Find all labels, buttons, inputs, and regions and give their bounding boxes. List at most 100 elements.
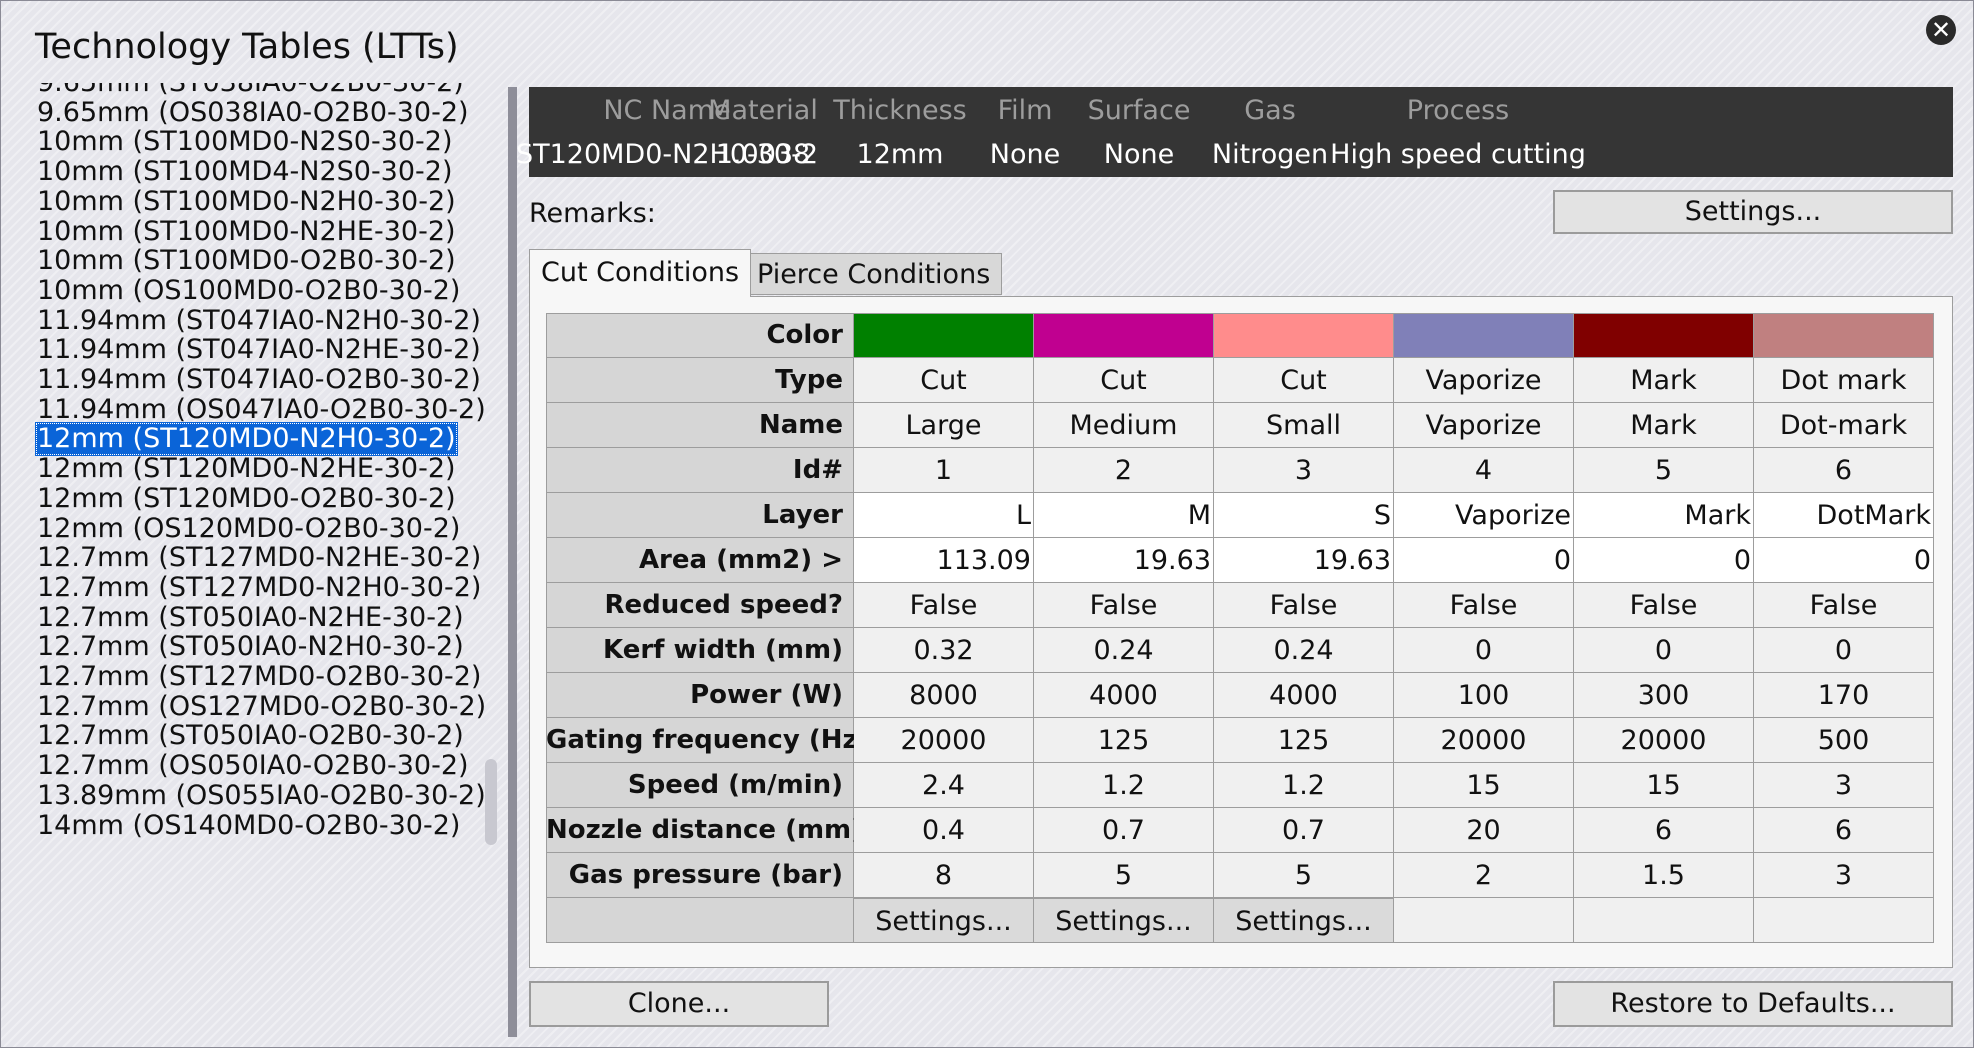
close-icon[interactable]: ✕ <box>1926 15 1956 45</box>
condition-settings-button[interactable]: Settings... <box>1034 898 1214 943</box>
condition-cell[interactable]: 5 <box>1214 853 1394 898</box>
color-swatch[interactable] <box>1214 313 1394 358</box>
color-swatch[interactable] <box>1754 313 1934 358</box>
condition-cell[interactable]: M <box>1034 493 1214 538</box>
condition-cell[interactable]: 0 <box>1394 538 1574 583</box>
color-swatch[interactable] <box>1394 313 1574 358</box>
condition-cell[interactable]: Cut <box>1034 358 1214 403</box>
condition-cell[interactable]: 170 <box>1754 673 1934 718</box>
condition-cell[interactable]: Medium <box>1034 403 1214 448</box>
condition-cell[interactable]: False <box>1754 583 1934 628</box>
condition-cell[interactable]: 20 <box>1394 808 1574 853</box>
tab-cut-conditions[interactable]: Cut Conditions <box>529 249 752 297</box>
condition-settings-button[interactable]: Settings... <box>1214 898 1394 943</box>
condition-cell[interactable]: 5 <box>1574 448 1754 493</box>
condition-cell[interactable]: 1.2 <box>1214 763 1394 808</box>
condition-cell[interactable]: Vaporize <box>1394 358 1574 403</box>
row-label: Gas pressure (bar) <box>546 853 854 898</box>
color-swatch[interactable] <box>854 313 1034 358</box>
condition-cell[interactable]: Mark <box>1574 358 1754 403</box>
condition-cell[interactable]: 2 <box>1394 853 1574 898</box>
condition-cell[interactable]: 4000 <box>1034 673 1214 718</box>
condition-cell[interactable]: 3 <box>1214 448 1394 493</box>
condition-cell[interactable]: 113.09 <box>854 538 1034 583</box>
condition-cell[interactable]: 125 <box>1034 718 1214 763</box>
condition-cell[interactable]: Large <box>854 403 1034 448</box>
row-label <box>546 898 854 943</box>
color-swatch[interactable] <box>1574 313 1754 358</box>
condition-cell[interactable]: 0.4 <box>854 808 1034 853</box>
condition-cell[interactable]: 0 <box>1754 628 1934 673</box>
condition-cell[interactable]: 20000 <box>1574 718 1754 763</box>
condition-cell[interactable]: 15 <box>1574 763 1754 808</box>
condition-cell[interactable]: 2.4 <box>854 763 1034 808</box>
condition-cell[interactable]: 1 <box>854 448 1034 493</box>
restore-defaults-button[interactable]: Restore to Defaults... <box>1553 981 1953 1027</box>
condition-cell[interactable]: 500 <box>1754 718 1934 763</box>
condition-cell[interactable]: 0.24 <box>1034 628 1214 673</box>
condition-cell[interactable]: 1.5 <box>1574 853 1754 898</box>
condition-cell[interactable]: 100 <box>1394 673 1574 718</box>
condition-cell[interactable]: Cut <box>854 358 1034 403</box>
technology-tables-window: Technology Tables (LTTs) ✕ 9.65mm (ST038… <box>0 0 1974 1048</box>
condition-cell[interactable]: 5 <box>1034 853 1214 898</box>
condition-cell[interactable]: 3 <box>1754 853 1934 898</box>
list-scrollbar-thumb[interactable] <box>485 759 497 845</box>
row-label: Color <box>546 313 854 358</box>
condition-cell[interactable]: 1.2 <box>1034 763 1214 808</box>
info-column-header: Thickness <box>833 95 967 126</box>
condition-cell[interactable]: 20000 <box>854 718 1034 763</box>
condition-cell[interactable]: 2 <box>1034 448 1214 493</box>
condition-cell[interactable]: 8000 <box>854 673 1034 718</box>
condition-cell[interactable]: 300 <box>1574 673 1754 718</box>
condition-cell[interactable]: 19.63 <box>1214 538 1394 583</box>
condition-cell[interactable]: L <box>854 493 1034 538</box>
condition-cell[interactable]: Vaporize <box>1394 403 1574 448</box>
color-swatch[interactable] <box>1034 313 1214 358</box>
condition-cell[interactable]: Dot mark <box>1754 358 1934 403</box>
condition-cell[interactable]: 125 <box>1214 718 1394 763</box>
condition-cell[interactable]: 0 <box>1754 538 1934 583</box>
info-column-header: Surface <box>1087 95 1191 126</box>
condition-cell[interactable]: False <box>1394 583 1574 628</box>
condition-cell[interactable]: 0.7 <box>1214 808 1394 853</box>
condition-cell[interactable]: 20000 <box>1394 718 1574 763</box>
condition-cell[interactable]: Mark <box>1574 493 1754 538</box>
condition-cell[interactable]: 4 <box>1394 448 1574 493</box>
condition-cell[interactable]: 0 <box>1394 628 1574 673</box>
ltt-list-item[interactable]: 14mm (OS140MD0-O2B0-30-2) <box>35 809 462 843</box>
condition-cell[interactable]: 0.32 <box>854 628 1034 673</box>
clone-button[interactable]: Clone... <box>529 981 829 1027</box>
condition-cell[interactable]: False <box>1034 583 1214 628</box>
condition-cell[interactable]: 0.7 <box>1034 808 1214 853</box>
remarks-label: Remarks: <box>529 198 656 229</box>
condition-cell[interactable]: Small <box>1214 403 1394 448</box>
condition-cell[interactable]: Mark <box>1574 403 1754 448</box>
condition-cell[interactable]: 4000 <box>1214 673 1394 718</box>
condition-cell[interactable]: False <box>1214 583 1394 628</box>
pane-splitter[interactable] <box>508 87 517 1037</box>
condition-cell[interactable]: 15 <box>1394 763 1574 808</box>
ltt-list[interactable]: 9.65mm (ST038IA0-O2B0-30-2)9.65mm (OS038… <box>29 83 499 1037</box>
condition-cell[interactable]: 8 <box>854 853 1034 898</box>
condition-cell[interactable]: Vaporize <box>1394 493 1574 538</box>
condition-cell[interactable]: 0 <box>1574 628 1754 673</box>
condition-cell[interactable]: DotMark <box>1754 493 1934 538</box>
info-column-value: None <box>989 139 1061 170</box>
condition-cell[interactable]: 19.63 <box>1034 538 1214 583</box>
tab-pierce-conditions[interactable]: Pierce Conditions <box>745 253 1003 295</box>
info-column-header: Film <box>997 95 1053 126</box>
condition-cell[interactable]: False <box>854 583 1034 628</box>
condition-cell[interactable]: 3 <box>1754 763 1934 808</box>
condition-cell[interactable]: False <box>1574 583 1754 628</box>
settings-button[interactable]: Settings... <box>1553 190 1953 234</box>
condition-cell[interactable]: 6 <box>1754 808 1934 853</box>
condition-cell[interactable]: 0 <box>1574 538 1754 583</box>
condition-cell[interactable]: 0.24 <box>1214 628 1394 673</box>
condition-cell[interactable]: 6 <box>1754 448 1934 493</box>
condition-cell[interactable]: Dot-mark <box>1754 403 1934 448</box>
condition-settings-button[interactable]: Settings... <box>854 898 1034 943</box>
condition-cell[interactable]: S <box>1214 493 1394 538</box>
condition-cell[interactable]: Cut <box>1214 358 1394 403</box>
condition-cell[interactable]: 6 <box>1574 808 1754 853</box>
